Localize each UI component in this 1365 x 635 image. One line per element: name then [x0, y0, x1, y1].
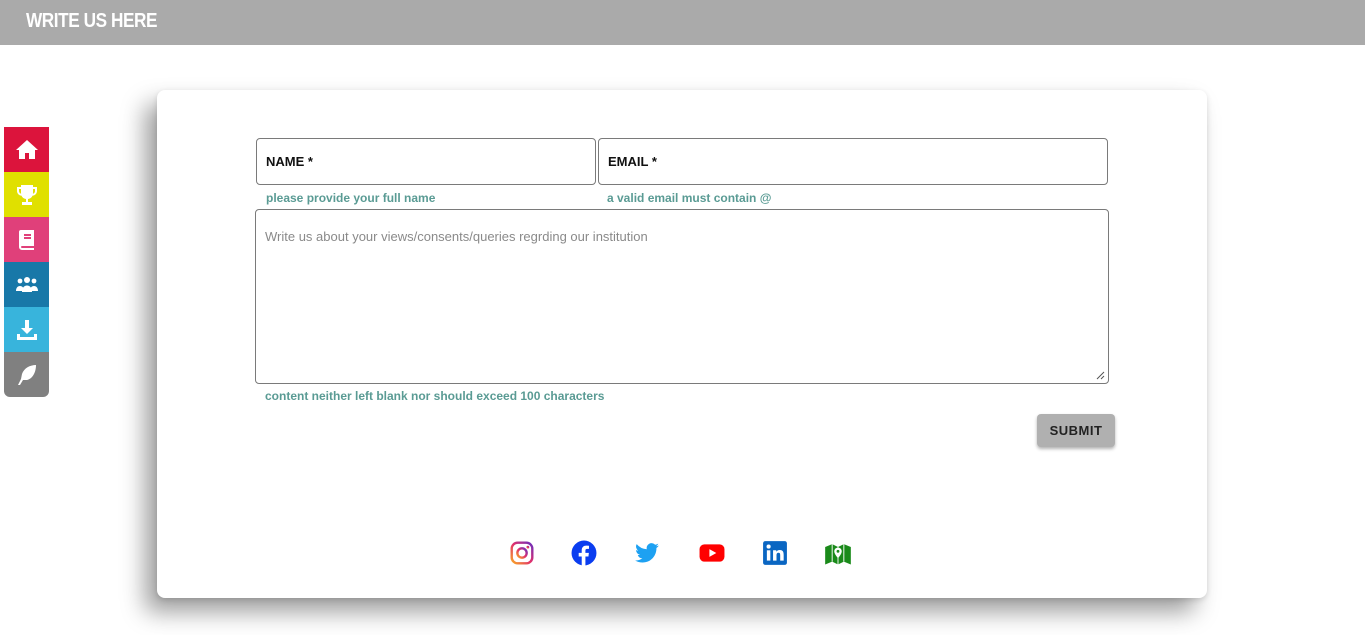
twitter-link[interactable]: [634, 540, 660, 568]
instagram-link[interactable]: [509, 540, 535, 568]
map-icon: [825, 544, 851, 565]
resize-grip-icon[interactable]: [1095, 370, 1105, 380]
message-hint: content neither left blank nor should ex…: [265, 389, 605, 403]
message-textarea[interactable]: Write us about your views/consents/queri…: [255, 209, 1109, 384]
download-icon: [16, 319, 37, 340]
sidebar-item-home[interactable]: [4, 127, 49, 172]
contact-card: NAME * EMAIL * please provide your full …: [157, 90, 1207, 598]
home-icon: [15, 139, 38, 159]
feather-icon: [17, 364, 36, 385]
map-link[interactable]: [822, 540, 854, 568]
email-hint: a valid email must contain @: [607, 191, 772, 205]
youtube-link[interactable]: [697, 540, 727, 568]
twitter-icon: [635, 543, 659, 563]
sidebar-item-people[interactable]: [4, 262, 49, 307]
name-label: NAME *: [266, 154, 313, 169]
sidebar-item-write[interactable]: [4, 352, 49, 397]
book-icon: [18, 229, 34, 250]
facebook-link[interactable]: [571, 540, 597, 568]
sidebar-item-library[interactable]: [4, 217, 49, 262]
email-field[interactable]: EMAIL *: [598, 138, 1108, 185]
name-field[interactable]: NAME *: [256, 138, 596, 185]
linkedin-link[interactable]: [762, 540, 788, 568]
trophy-icon: [16, 184, 37, 205]
page-title: WRITE US HERE: [26, 10, 158, 32]
facebook-icon: [571, 540, 597, 566]
submit-button[interactable]: SUBMIT: [1037, 414, 1115, 447]
email-label: EMAIL *: [608, 154, 657, 169]
youtube-icon: [699, 544, 725, 562]
sidebar-item-downloads[interactable]: [4, 307, 49, 352]
linkedin-icon: [763, 541, 787, 565]
instagram-icon: [510, 541, 534, 565]
sidebar-item-achievements[interactable]: [4, 172, 49, 217]
header-bar: WRITE US HERE: [0, 0, 1365, 45]
message-placeholder: Write us about your views/consents/queri…: [265, 229, 648, 244]
sidebar: [4, 127, 49, 397]
name-hint: please provide your full name: [266, 191, 436, 205]
users-icon: [15, 276, 38, 292]
